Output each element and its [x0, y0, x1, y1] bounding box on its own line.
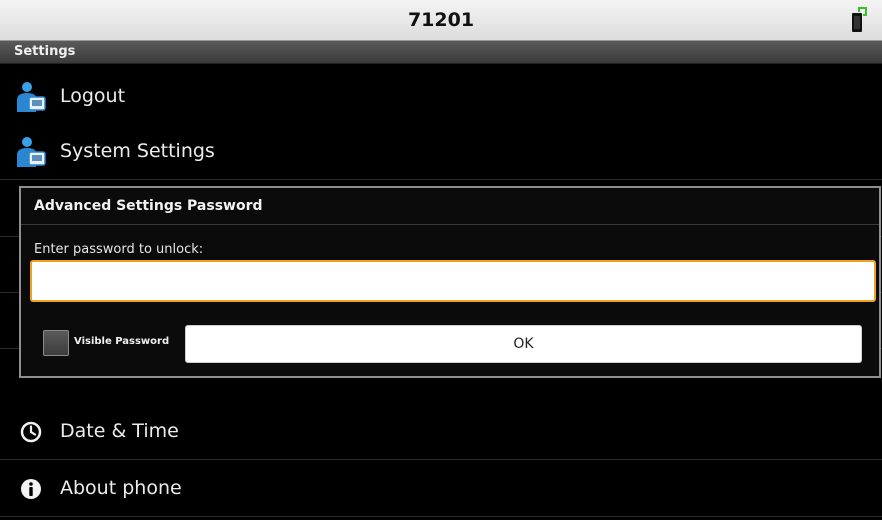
clock-icon — [20, 421, 42, 443]
menu-item-system-settings[interactable]: System Settings — [0, 123, 882, 180]
password-prompt: Enter password to unlock: — [34, 242, 204, 257]
dialog-divider — [21, 224, 879, 225]
password-input[interactable] — [30, 260, 876, 302]
visible-password-label: Visible Password — [74, 336, 170, 347]
menu-item-label: Logout — [60, 85, 126, 107]
status-bar: 71201 — [0, 0, 882, 41]
info-icon — [21, 479, 41, 499]
menu-item-date-time[interactable]: Date & Time — [0, 403, 882, 460]
menu-item-label: About phone — [60, 477, 182, 499]
settings-header: Settings — [0, 41, 882, 64]
menu-item-logout[interactable]: Logout — [0, 68, 882, 125]
advanced-settings-password-dialog: Advanced Settings Password Enter passwor… — [19, 186, 881, 378]
menu-item-about-phone[interactable]: About phone — [0, 460, 882, 517]
settings-header-title: Settings — [14, 44, 76, 59]
user-device-icon — [17, 82, 46, 112]
status-bar-title: 71201 — [407, 9, 475, 31]
ok-button[interactable]: OK — [185, 325, 862, 363]
phone-battery-icon — [852, 7, 867, 32]
user-device-icon — [17, 137, 46, 167]
dialog-title: Advanced Settings Password — [34, 198, 263, 214]
menu-item-label: Date & Time — [60, 420, 179, 442]
menu-item-label: System Settings — [60, 140, 215, 162]
visible-password-checkbox[interactable] — [43, 330, 69, 356]
